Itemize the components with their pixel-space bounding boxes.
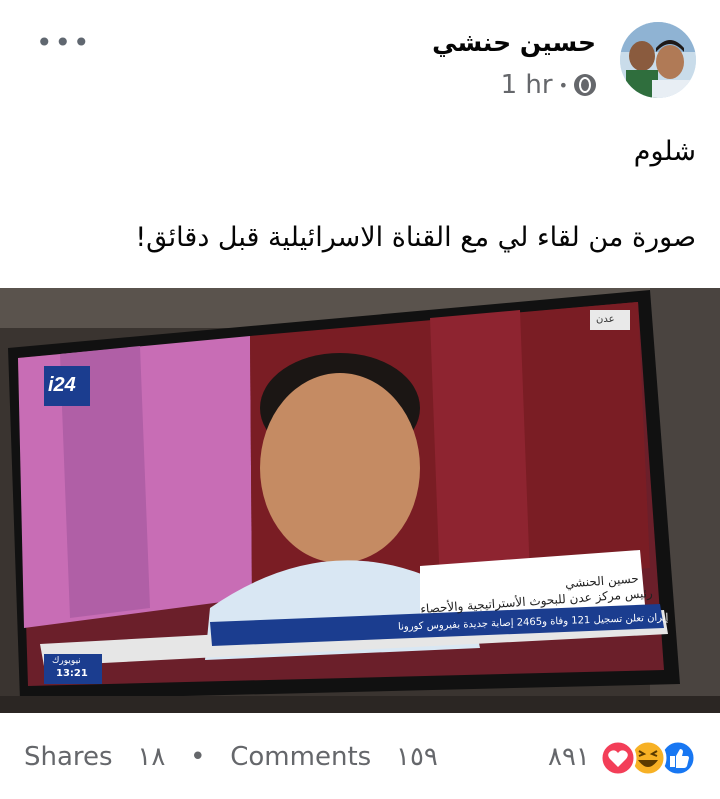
- post-time[interactable]: 1 hr: [501, 70, 553, 100]
- comments-count[interactable]: ١٥٩: [396, 742, 438, 772]
- post-header: ••• حسين حنشي 1 hr •: [0, 0, 720, 120]
- tv-clock-time: 13:21: [56, 668, 88, 679]
- post-photo[interactable]: i24 عدن حسين الحنشي رئيس مركز عدن للبحوث…: [0, 288, 720, 713]
- tv-corner-label: عدن: [596, 314, 615, 325]
- globe-icon: [574, 74, 596, 96]
- shares-label[interactable]: Shares: [24, 742, 113, 772]
- stats-separator: •: [190, 742, 206, 772]
- post-text-line-1: شلوم: [633, 136, 696, 167]
- avatar-image: [620, 22, 696, 98]
- love-icon: [599, 739, 637, 777]
- post-meta: 1 hr •: [501, 70, 596, 100]
- tv-channel-logo: i24: [48, 374, 76, 396]
- meta-separator: •: [558, 75, 568, 95]
- comments-label[interactable]: Comments: [230, 742, 371, 772]
- tv-clock-city: نيويورك: [52, 656, 81, 666]
- reaction-icons[interactable]: [560, 738, 700, 778]
- post-text-line-2: صورة من لقاء لي مع القناة الاسرائيلية قب…: [135, 222, 696, 253]
- shares-count[interactable]: ١٨: [137, 742, 165, 772]
- author-name[interactable]: حسين حنشي: [432, 28, 596, 57]
- avatar[interactable]: [620, 22, 696, 98]
- engagement-stats: Shares ١٨ • Comments ١٥٩: [24, 742, 438, 772]
- tv-photo-illustration: [0, 288, 720, 713]
- more-options-button[interactable]: •••: [36, 26, 92, 59]
- reactions-svg: [599, 739, 697, 777]
